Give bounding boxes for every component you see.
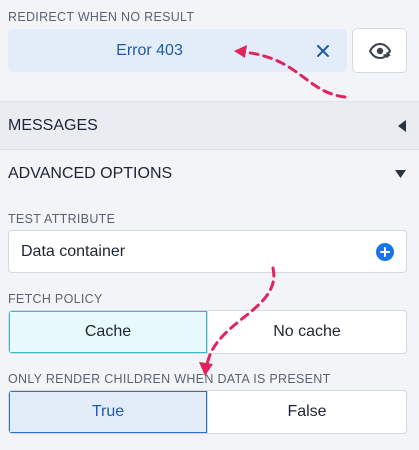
add-button[interactable] [376,242,394,261]
properties-panel: REDIRECT WHEN NO RESULT Error 403 MESSAG… [0,0,419,450]
fetch-policy-label: FETCH POLICY [8,292,103,306]
redirect-value[interactable]: Error 403 [8,29,291,72]
advanced-options-section-header[interactable]: ADVANCED OPTIONS [0,149,419,197]
redirect-label: REDIRECT WHEN NO RESULT [8,10,195,24]
render-children-label: ONLY RENDER CHILDREN WHEN DATA IS PRESEN… [8,372,331,386]
fetch-policy-toggle: Cache No cache [8,310,407,354]
test-attribute-input[interactable]: Data container [8,230,407,273]
fetch-option-no-cache[interactable]: No cache [207,311,406,353]
test-attribute-value[interactable]: Data container [21,243,125,261]
triangle-down-icon [395,169,406,178]
clear-button[interactable] [298,29,347,72]
fetch-option-cache[interactable]: Cache [9,311,207,353]
redirect-field[interactable]: Error 403 [8,29,347,72]
render-option-true[interactable]: True [9,391,207,433]
eye-icon [368,42,391,59]
plus-circle-icon [380,246,390,257]
render-option-false[interactable]: False [207,391,406,433]
triangle-left-icon [398,119,406,132]
visibility-button[interactable] [352,28,407,73]
advanced-options-title: ADVANCED OPTIONS [8,164,173,182]
messages-title: MESSAGES [8,116,98,134]
messages-section-header[interactable]: MESSAGES [0,101,419,149]
close-icon [316,44,329,57]
test-attribute-label: TEST ATTRIBUTE [8,212,116,226]
render-children-toggle: True False [8,390,407,434]
